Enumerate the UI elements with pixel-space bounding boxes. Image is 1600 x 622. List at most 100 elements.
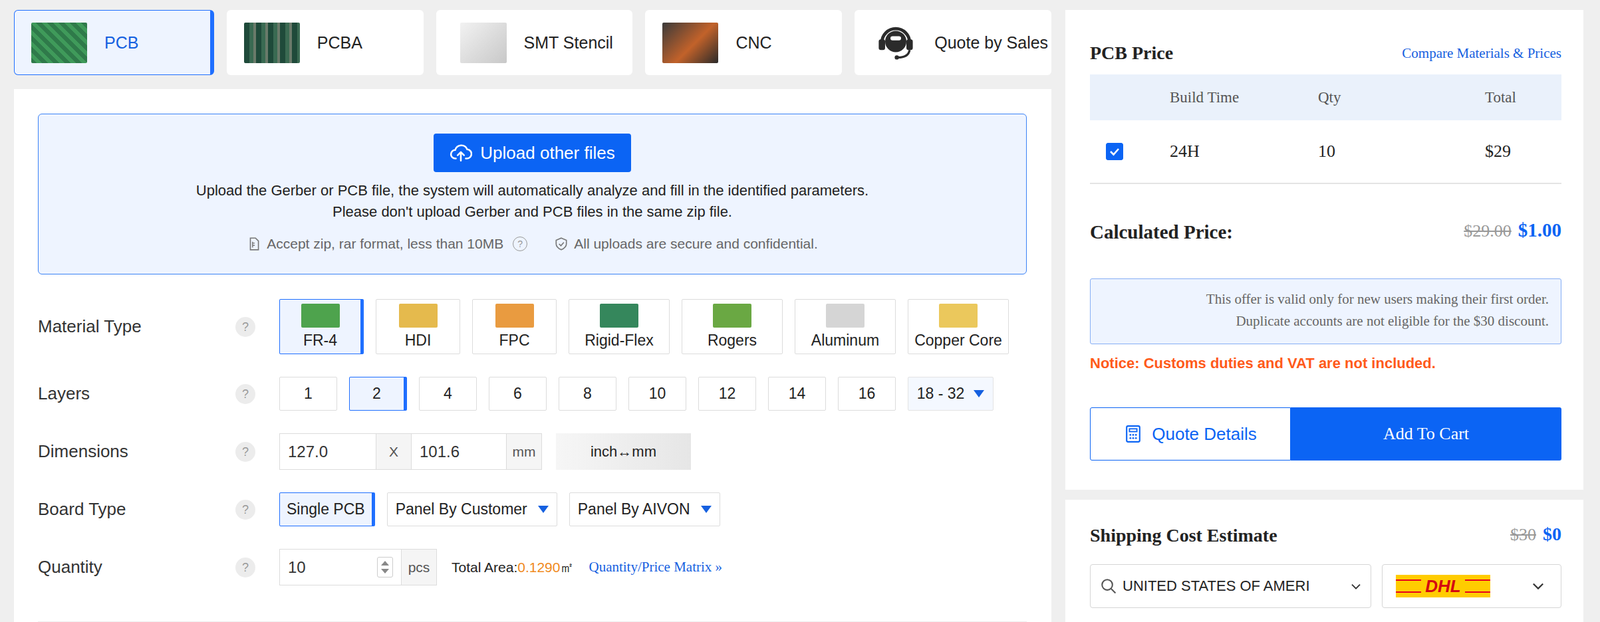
upload-box[interactable]: Upload other filesUpload the Gerber or P… (37, 113, 1027, 275)
material-thumb-icon (599, 303, 639, 328)
final-price: $1.00 (1518, 219, 1562, 241)
carrier-name: DHL (1421, 577, 1465, 596)
quantity-value: 10 (287, 558, 306, 578)
search-icon (1099, 577, 1118, 596)
board-type-option[interactable]: Panel By AIVON (569, 492, 721, 527)
carrier-select[interactable]: DHL (1381, 564, 1562, 609)
layer-option[interactable]: 8 (558, 377, 617, 411)
price-header: PCB PriceCompare Materials & Prices (1089, 39, 1562, 67)
form-divider (37, 621, 1027, 622)
material-label: Rigid-Flex (584, 331, 654, 350)
shipping-original-price: $30 (1510, 525, 1537, 545)
product-tab[interactable]: CNC (645, 9, 842, 76)
calculated-label: Calculated Price: (1089, 218, 1233, 246)
qty: 10 (1318, 141, 1485, 162)
price-row: 24H10$29 (1089, 120, 1562, 185)
layer-label: 12 (718, 385, 737, 403)
layer-option[interactable]: 10 (628, 377, 687, 411)
layer-option[interactable]: 14 (768, 377, 826, 411)
price-card: PCB PriceCompare Materials & Prices Build… (1065, 9, 1584, 491)
width-input[interactable]: 127.0 (279, 434, 376, 470)
material-option[interactable]: FPC (472, 299, 557, 355)
unit-label: mm (506, 434, 542, 470)
material-option[interactable]: HDI (375, 299, 461, 355)
layer-option[interactable]: 4 (418, 377, 477, 411)
material-option[interactable]: FR-4 (279, 299, 364, 355)
headset-icon (874, 21, 918, 64)
layer-label: 18 - 32 (917, 385, 965, 403)
caret-down-icon (973, 390, 985, 398)
layer-label: 2 (372, 385, 382, 403)
unit-toggle[interactable]: inch↔mm (555, 433, 691, 471)
offer-line: This offer is valid only for new users m… (1102, 288, 1549, 311)
layers-row: Layers?124681012141618 - 32 (37, 377, 1027, 411)
material-option[interactable]: Rogers (681, 299, 783, 355)
chevron-down-icon (1530, 578, 1547, 595)
help-icon[interactable]: ? (235, 442, 256, 463)
dhl-logo: DHL (1395, 575, 1491, 598)
product-tab[interactable]: Quote by Sales (854, 9, 1052, 76)
product-photo (31, 22, 88, 64)
layer-option[interactable]: 18 - 32 (907, 377, 994, 411)
board-type-option[interactable]: Panel By Customer (387, 492, 558, 527)
upload-notes: Accept zip, rar format, less than 10MB?A… (246, 234, 818, 255)
row-label: Board Type (37, 499, 212, 521)
help-icon[interactable]: ? (235, 500, 256, 521)
row-checkbox[interactable] (1105, 142, 1124, 161)
upload-button[interactable]: Upload other files (433, 133, 631, 173)
layer-label: 1 (303, 385, 313, 403)
layer-option[interactable]: 2 (349, 377, 407, 411)
shipping-header: Shipping Cost Estimate$30$0 (1089, 521, 1562, 551)
material-label: Aluminum (811, 331, 880, 350)
quantity-input[interactable]: 10 (279, 549, 401, 586)
column-header: Qty (1318, 89, 1485, 107)
note-help-icon[interactable]: ? (512, 236, 528, 252)
pcb-quote-page: PCBPCBA SMT Stencil CNC Quote by Sales Uploa… (0, 0, 1600, 622)
tab-label: Quote by Sales (934, 33, 1049, 53)
quote-details-button[interactable]: Quote Details (1089, 407, 1291, 461)
country-value: UNITED STATES OF AMERI (1122, 577, 1343, 596)
material-option[interactable]: Copper Core (907, 299, 1009, 355)
shipping-price: $0 (1542, 524, 1562, 545)
layer-option[interactable]: 12 (698, 377, 757, 411)
product-tab[interactable]: PCB (13, 9, 215, 76)
board-type-label: Single PCB (286, 500, 366, 519)
material-thumb-icon (399, 303, 438, 328)
quantity-price-matrix-link[interactable]: Quantity/Price Matrix » (588, 559, 723, 576)
material-type-row: Material Type?FR-4HDIFPCRigid-FlexRogers… (37, 299, 1027, 355)
compare-link[interactable]: Compare Materials & Prices (1401, 39, 1562, 67)
cloud-upload-icon (449, 141, 473, 165)
layer-label: 4 (443, 385, 453, 403)
calculator-icon (1123, 424, 1143, 444)
layer-label: 6 (513, 385, 523, 403)
material-label: FPC (499, 331, 531, 350)
layer-label: 10 (649, 385, 667, 403)
tab-label: SMT Stencil (524, 33, 614, 53)
spinner-icon[interactable] (377, 557, 394, 578)
layer-label: 16 (858, 385, 876, 403)
add-to-cart-button[interactable]: Add To Cart (1290, 407, 1562, 461)
help-icon[interactable]: ? (235, 317, 256, 338)
shield-icon (553, 236, 569, 252)
product-tab[interactable]: PCBA (226, 9, 424, 76)
customs-notice: Notice: Customs duties and VAT are not i… (1089, 355, 1562, 373)
board-type-option[interactable]: Single PCB (279, 492, 376, 527)
material-option[interactable]: Rigid-Flex (568, 299, 670, 355)
height-input[interactable]: 101.6 (411, 434, 507, 470)
price-actions: Quote DetailsAdd To Cart (1089, 407, 1562, 461)
layer-option[interactable]: 16 (837, 377, 896, 411)
help-icon[interactable]: ? (235, 557, 256, 578)
country-select[interactable]: UNITED STATES OF AMERI (1089, 564, 1372, 609)
board-type-label: Panel By AIVON (577, 500, 691, 519)
product-tab[interactable]: SMT Stencil (436, 9, 634, 76)
note-text: Accept zip, rar format, less than 10MB (266, 234, 504, 255)
layer-option[interactable]: 1 (279, 377, 338, 411)
help-icon[interactable]: ? (235, 384, 256, 405)
layer-option[interactable]: 6 (488, 377, 547, 411)
material-label: HDI (404, 331, 432, 350)
quantity-unit: pcs (400, 549, 437, 586)
caret-down-icon (537, 506, 549, 514)
row-label: Quantity (37, 557, 212, 578)
material-option[interactable]: Aluminum (794, 299, 896, 355)
price-table: Build TimeQtyTotal24H10$29 (1089, 74, 1562, 185)
